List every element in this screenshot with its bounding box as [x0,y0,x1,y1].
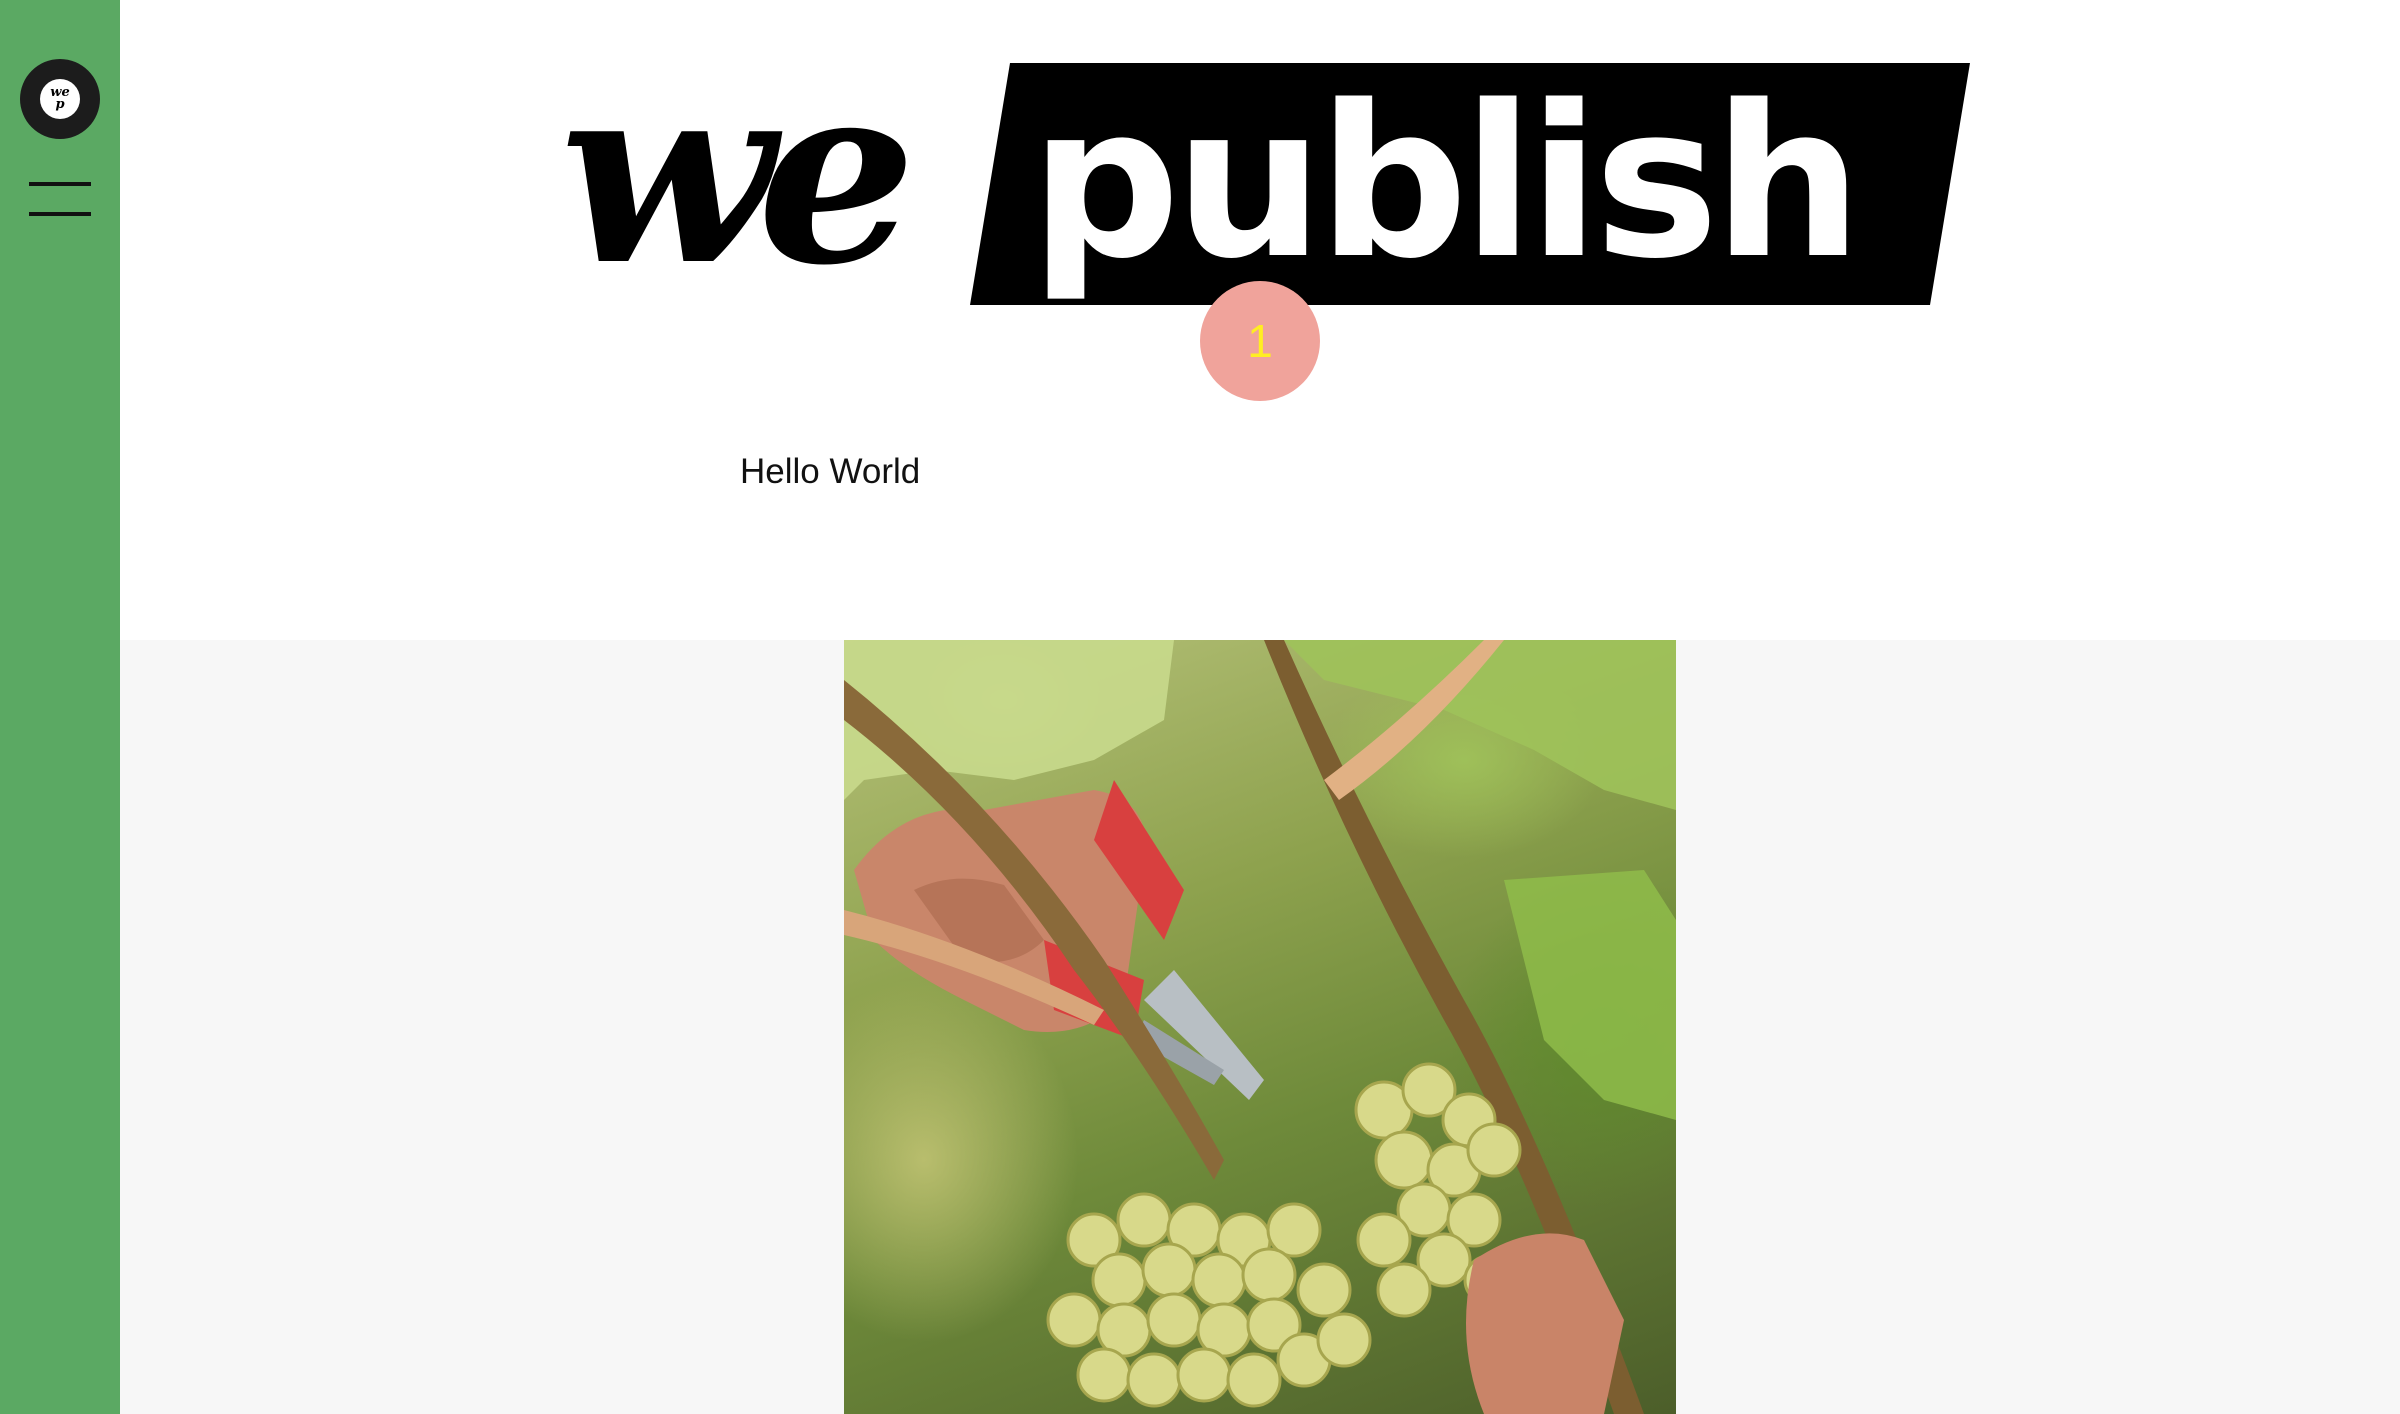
logo-icon: we p [40,79,80,119]
menu-button[interactable] [29,180,91,220]
logo-line-p: p [55,97,65,112]
brand-logo-link[interactable]: we publish [560,26,2080,320]
hero-image [844,640,1676,1414]
sidebar-logo[interactable]: we p [20,59,100,139]
page-title: Hello World [740,452,921,491]
brand-publish-text: publish [1030,60,1863,305]
grape-harvest-illustration [844,640,1676,1414]
sidebar: we p [0,0,120,1414]
brand-we-text: we [560,26,916,320]
hamburger-icon-line [29,212,91,216]
notification-badge: 1 [1200,281,1320,401]
hamburger-icon [29,182,91,186]
